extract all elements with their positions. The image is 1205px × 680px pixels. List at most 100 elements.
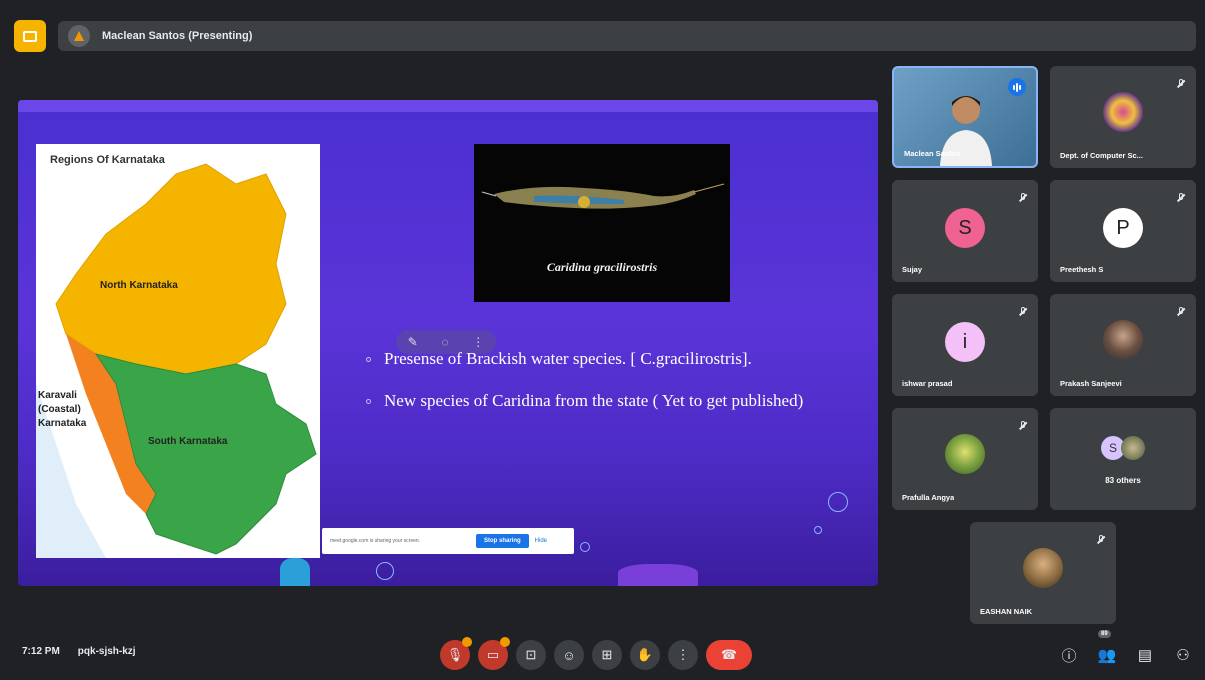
slide-bullets: Presense of Brackish water species. [ C.… — [364, 346, 864, 430]
mic-off-icon — [1176, 76, 1186, 88]
meeting-details: 7:12 PM pqk-sjsh-kzj — [22, 646, 136, 657]
participant-tile[interactable]: i ishwar prasad — [892, 294, 1038, 396]
bullet-dot — [366, 357, 371, 362]
top-bar: Maclean Santos (Presenting) — [14, 20, 1196, 52]
participant-name: Maclean Santos — [904, 149, 961, 158]
participant-tile-others[interactable]: S 83 others — [1050, 408, 1196, 510]
participant-tile[interactable]: P Preethesh S — [1050, 180, 1196, 282]
captions-button[interactable]: ⊡ — [516, 640, 546, 670]
hide-banner-button[interactable]: Hide — [535, 538, 547, 544]
info-icon: ⓘ — [1061, 647, 1077, 665]
mic-off-icon — [1176, 190, 1186, 202]
side-controls: ⓘ 89 👥 ▤ ⚇ — [1058, 630, 1194, 666]
app-icon[interactable] — [14, 20, 46, 52]
mic-off-icon — [1018, 304, 1028, 316]
mic-toggle-button[interactable]: 🎙 — [440, 637, 472, 670]
screen-share-banner: meet.google.com is sharing your screen. … — [322, 528, 574, 554]
people-button[interactable]: 89 👥 — [1096, 630, 1118, 666]
decor-blob — [280, 558, 310, 586]
present-button[interactable]: ⊞ — [592, 640, 622, 670]
decor-circle — [376, 562, 394, 580]
end-call-button[interactable]: ☎ — [706, 640, 752, 670]
shrimp-photo: Caridina gracilirostris — [474, 144, 730, 302]
stop-sharing-button[interactable]: Stop sharing — [476, 534, 529, 548]
participant-tile[interactable]: Maclean Santos — [892, 66, 1038, 168]
more-vert-icon: ⋮ — [676, 647, 690, 662]
chat-button[interactable]: ▤ — [1134, 644, 1156, 666]
map-label-coastal-1: Karavali — [38, 390, 77, 401]
meet-window: Maclean Santos (Presenting) Regions Of K… — [0, 0, 1205, 680]
participant-tile[interactable]: Prafulla Angya — [892, 408, 1038, 510]
captions-icon: ⊡ — [525, 647, 537, 662]
shared-screen: Regions Of Karnataka North Karnataka Kar… — [18, 100, 878, 586]
hand-icon: ✋ — [636, 647, 654, 662]
chat-icon: ▤ — [1137, 647, 1153, 664]
map-label-coastal-2: (Coastal) — [38, 404, 81, 415]
mic-icon: 🎙 — [446, 647, 464, 662]
activities-icon: ⚇ — [1176, 647, 1190, 664]
bullet-item: Presense of Brackish water species. [ C.… — [364, 346, 864, 372]
others-count: 83 others — [1105, 476, 1141, 485]
call-controls: 🎙 ▭ ⊡ ☺ ⊞ ✋ ⋮ ☎ — [440, 637, 752, 670]
avatar — [1103, 320, 1143, 360]
avatar — [1023, 548, 1063, 588]
phone-hangup-icon: ☎ — [720, 647, 738, 662]
map-label-north: North Karnataka — [100, 280, 178, 291]
people-icon: 👥 — [1097, 647, 1117, 664]
presenting-bar: Maclean Santos (Presenting) — [58, 21, 1196, 51]
warning-badge — [500, 637, 510, 647]
activities-button[interactable]: ⚇ — [1172, 644, 1194, 666]
warning-badge — [462, 637, 472, 647]
participant-tile[interactable]: Dept. of Computer Sc... — [1050, 66, 1196, 168]
camera-icon: ▭ — [486, 647, 500, 662]
map-title: Regions Of Karnataka — [50, 154, 165, 166]
mic-off-icon — [1018, 418, 1028, 430]
mic-off-icon — [1096, 532, 1106, 544]
map-label-south: South Karnataka — [148, 436, 228, 447]
bullet-dot — [366, 399, 371, 404]
avatar: S — [945, 208, 985, 248]
participant-name: Preethesh S — [1060, 265, 1104, 274]
participant-tile[interactable]: S Sujay — [892, 180, 1038, 282]
speaking-indicator-icon — [1008, 78, 1026, 96]
meeting-code: pqk-sjsh-kzj — [77, 646, 136, 657]
bottom-bar: 7:12 PM pqk-sjsh-kzj 🎙 ▭ ⊡ ☺ ⊞ ✋ ⋮ ☎ ⓘ 8… — [0, 630, 1205, 680]
participant-name: Prakash Sanjeevi — [1060, 379, 1122, 388]
photo-caption: Caridina gracilirostris — [546, 260, 658, 274]
share-message: meet.google.com is sharing your screen. — [330, 538, 421, 544]
meeting-info-button[interactable]: ⓘ — [1058, 644, 1080, 666]
emoji-icon: ☺ — [562, 647, 576, 663]
slide-top-stripe — [18, 100, 878, 112]
avatar: P — [1103, 208, 1143, 248]
decor-circle — [580, 542, 590, 552]
avatar: i — [945, 322, 985, 362]
reactions-button[interactable]: ☺ — [554, 640, 584, 670]
participant-tile[interactable]: EASHAN NAIK — [970, 522, 1116, 624]
participant-name: Prafulla Angya — [902, 493, 955, 502]
camera-toggle-button[interactable]: ▭ — [478, 637, 510, 670]
more-options-button[interactable]: ⋮ — [668, 640, 698, 670]
avatar — [1103, 92, 1143, 132]
clock-time: 7:12 PM — [22, 646, 60, 657]
karnataka-map: Regions Of Karnataka North Karnataka Kar… — [36, 144, 320, 558]
map-label-coastal-3: Karnataka — [38, 418, 87, 429]
bullet-text: Presense of Brackish water species. [ C.… — [384, 349, 752, 368]
participant-name: Sujay — [902, 265, 923, 274]
avatar — [945, 434, 985, 474]
bullet-item: New species of Caridina from the state (… — [364, 388, 864, 414]
presenter-avatar-icon — [68, 25, 90, 47]
others-avatars: S — [1101, 436, 1145, 460]
participant-tile[interactable]: Prakash Sanjeevi — [1050, 294, 1196, 396]
mic-off-icon — [1018, 190, 1028, 202]
participant-name: EASHAN NAIK — [980, 607, 1033, 616]
mic-off-icon — [1176, 304, 1186, 316]
map-graphic — [36, 144, 320, 558]
participant-name: ishwar prasad — [902, 379, 953, 388]
people-count-badge: 89 — [1098, 630, 1111, 638]
shrimp-image — [481, 183, 725, 209]
decor-blob — [618, 564, 698, 586]
bullet-text: New species of Caridina from the state (… — [384, 391, 804, 410]
participant-name: Dept. of Computer Sc... — [1060, 151, 1143, 160]
avatar — [1121, 436, 1145, 460]
raise-hand-button[interactable]: ✋ — [630, 640, 660, 670]
